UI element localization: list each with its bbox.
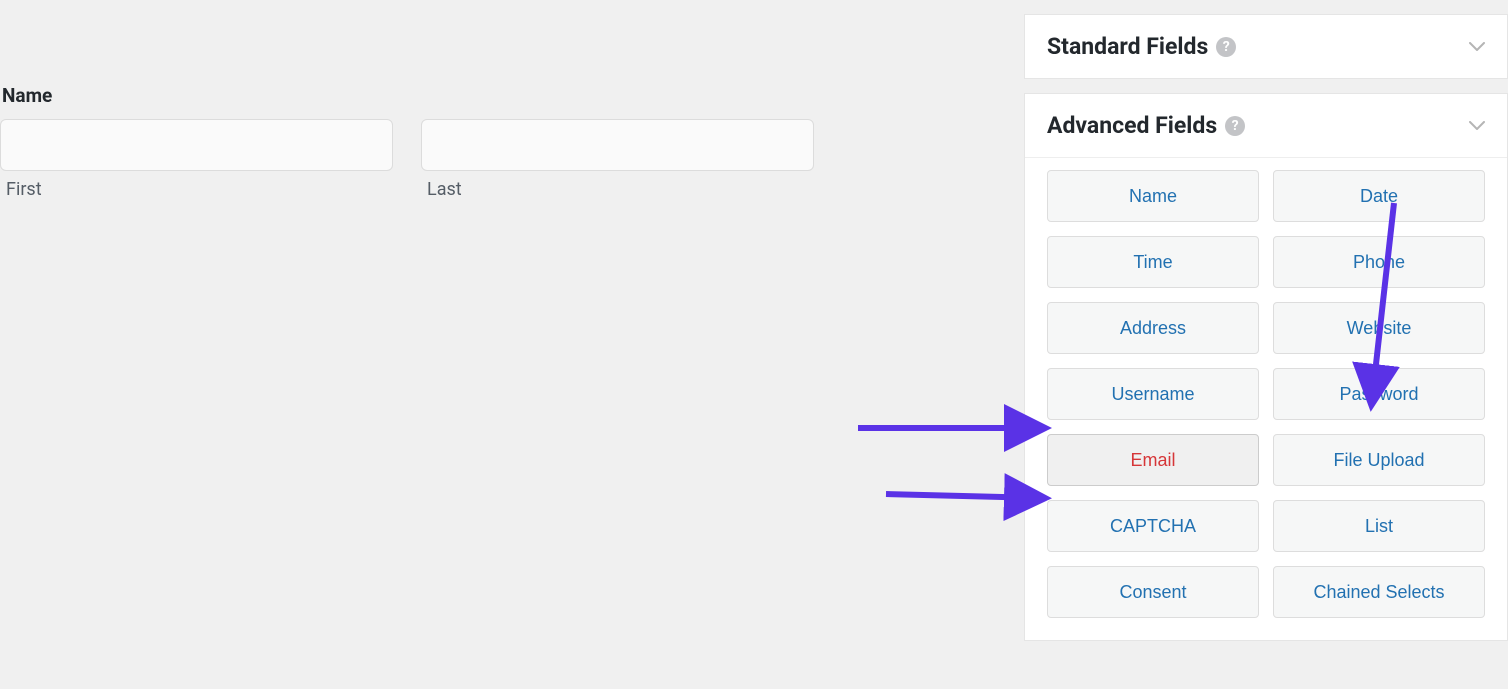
caret-down-icon <box>1469 121 1485 131</box>
field-button-name[interactable]: Name <box>1047 170 1259 222</box>
last-name-column: Last <box>421 119 814 200</box>
field-button-address[interactable]: Address <box>1047 302 1259 354</box>
field-button-captcha[interactable]: CAPTCHA <box>1047 500 1259 552</box>
field-button-username[interactable]: Username <box>1047 368 1259 420</box>
first-name-sublabel: First <box>6 179 393 200</box>
name-inputs-row: First Last <box>0 119 1024 200</box>
advanced-fields-panel: Advanced Fields ? Name Date Time Phone A… <box>1024 93 1508 641</box>
name-field-label: Name <box>2 84 1024 107</box>
standard-fields-panel: Standard Fields ? <box>1024 14 1508 79</box>
caret-down-icon <box>1469 42 1485 52</box>
field-button-phone[interactable]: Phone <box>1273 236 1485 288</box>
field-button-file-upload[interactable]: File Upload <box>1273 434 1485 486</box>
advanced-fields-title: Advanced Fields <box>1047 112 1217 139</box>
standard-fields-header[interactable]: Standard Fields ? <box>1025 15 1507 78</box>
field-button-list[interactable]: List <box>1273 500 1485 552</box>
field-button-password[interactable]: Password <box>1273 368 1485 420</box>
last-name-input[interactable] <box>421 119 814 171</box>
field-button-time[interactable]: Time <box>1047 236 1259 288</box>
first-name-column: First <box>0 119 393 200</box>
field-button-chained-selects[interactable]: Chained Selects <box>1273 566 1485 618</box>
field-button-website[interactable]: Website <box>1273 302 1485 354</box>
advanced-fields-body: Name Date Time Phone Address Website Use… <box>1025 157 1507 640</box>
form-canvas: Name First Last <box>0 0 1024 689</box>
field-button-email[interactable]: Email <box>1047 434 1259 486</box>
help-icon[interactable]: ? <box>1225 116 1245 136</box>
standard-fields-title: Standard Fields <box>1047 33 1208 60</box>
help-icon[interactable]: ? <box>1216 37 1236 57</box>
last-name-sublabel: Last <box>427 179 814 200</box>
advanced-fields-header[interactable]: Advanced Fields ? <box>1025 94 1507 157</box>
field-button-consent[interactable]: Consent <box>1047 566 1259 618</box>
field-button-date[interactable]: Date <box>1273 170 1485 222</box>
fields-sidebar: Standard Fields ? Advanced Fields ? Name… <box>1024 0 1508 689</box>
first-name-input[interactable] <box>0 119 393 171</box>
